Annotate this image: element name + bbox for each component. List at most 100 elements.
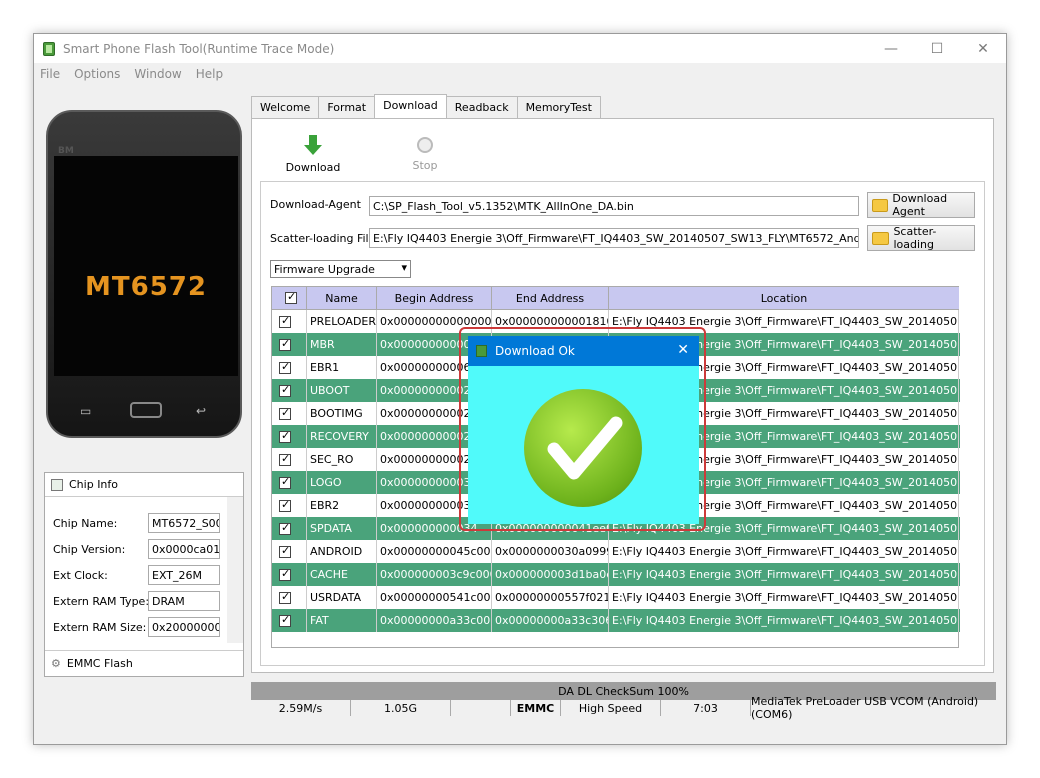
select-all-checkbox[interactable] — [285, 290, 297, 304]
cell-location: E:\Fly IQ4403 Energie 3\Off_Firmware\FT_… — [609, 563, 959, 586]
scatter-path-field[interactable]: E:\Fly IQ4403 Energie 3\Off_Firmware\FT_… — [369, 228, 859, 248]
close-button[interactable]: ✕ — [960, 34, 1006, 63]
row-checkbox[interactable] — [279, 337, 291, 351]
row-checkbox[interactable] — [279, 498, 291, 512]
table-row[interactable]: ANDROID0x00000000045c00000x0000000030a09… — [272, 540, 960, 563]
menu-options[interactable]: Options — [74, 67, 120, 81]
cell-name: USRDATA — [307, 586, 377, 609]
row-checkbox-cell[interactable] — [272, 586, 307, 609]
row-checkbox-cell[interactable] — [272, 609, 307, 632]
scatter-loading-button[interactable]: Scatter-loading — [867, 225, 975, 251]
cell-name: LOGO — [307, 471, 377, 494]
row-checkbox-cell[interactable] — [272, 356, 307, 379]
gear-icon: ⚙ — [51, 657, 61, 670]
row-checkbox-cell[interactable] — [272, 425, 307, 448]
chip-info-title: Chip Info — [69, 478, 119, 491]
cell-end-address: 0x00000000a33c3063 — [492, 609, 609, 632]
tab-welcome[interactable]: Welcome — [251, 96, 320, 118]
cell-begin-address: 0x000000003c9c0000 — [377, 563, 492, 586]
cell-location: E:\Fly IQ4403 Energie 3\Off_Firmware\FT_… — [609, 609, 959, 632]
col-begin-header: Begin Address — [377, 287, 492, 310]
success-check-icon — [524, 389, 642, 507]
tab-download[interactable]: Download — [374, 94, 447, 118]
cell-end-address: 0x000000003d1ba0e7 — [492, 563, 609, 586]
ram-size-label: Extern RAM Size: — [53, 620, 147, 634]
cell-name: CACHE — [307, 563, 377, 586]
table-row[interactable]: USRDATA0x00000000541c00000x00000000557f0… — [272, 586, 960, 609]
status-bar: 2.59M/s 1.05G EMMC High Speed 7:03 Media… — [251, 695, 996, 721]
ram-size-value: 0x20000000 — [148, 617, 220, 637]
stop-button[interactable]: Stop — [390, 135, 460, 172]
row-checkbox[interactable] — [279, 452, 291, 466]
home-key-icon — [130, 402, 162, 418]
row-checkbox[interactable] — [279, 314, 291, 328]
chip-info-header[interactable]: Chip Info — [45, 473, 243, 497]
download-button[interactable]: Download — [278, 135, 348, 174]
col-location-header: Location — [609, 287, 959, 310]
mode-select[interactable]: Firmware Upgrade — [270, 260, 411, 278]
cell-name: SPDATA — [307, 517, 377, 540]
menu-file[interactable]: File — [40, 67, 60, 81]
row-checkbox[interactable] — [279, 475, 291, 489]
scatter-label: Scatter-loading File — [270, 232, 376, 245]
tab-readback[interactable]: Readback — [445, 96, 518, 118]
download-agent-label: Download Agent — [892, 192, 948, 218]
row-checkbox-cell[interactable] — [272, 471, 307, 494]
window-title: Smart Phone Flash Tool(Runtime Trace Mod… — [63, 41, 335, 56]
phone-brand: BM — [58, 146, 74, 156]
row-checkbox[interactable] — [279, 613, 291, 627]
chip-name-value: MT6572_S00 — [148, 513, 220, 533]
row-checkbox-cell[interactable] — [272, 448, 307, 471]
da-label: Download-Agent — [270, 198, 361, 211]
cell-name: RECOVERY — [307, 425, 377, 448]
status-port: MediaTek PreLoader USB VCOM (Android) (C… — [751, 695, 979, 721]
tab-memorytest[interactable]: MemoryTest — [516, 96, 601, 118]
cell-begin-address: 0x00000000045c0000 — [377, 540, 492, 563]
row-checkbox-cell[interactable] — [272, 540, 307, 563]
row-checkbox[interactable] — [279, 544, 291, 558]
download-agent-button[interactable]: Download Agent — [867, 192, 975, 218]
row-checkbox-cell[interactable] — [272, 563, 307, 586]
menu-window[interactable]: Window — [134, 67, 181, 81]
menu-help[interactable]: Help — [196, 67, 223, 81]
row-checkbox[interactable] — [279, 383, 291, 397]
row-checkbox[interactable] — [279, 360, 291, 374]
row-checkbox[interactable] — [279, 406, 291, 420]
folder-icon — [872, 231, 890, 245]
download-arrow-icon — [304, 135, 322, 157]
table-row[interactable]: FAT0x00000000a33c00000x00000000a33c3063E… — [272, 609, 960, 632]
stop-icon — [417, 137, 433, 153]
maximize-button[interactable]: ☐ — [914, 34, 960, 63]
row-checkbox[interactable] — [279, 521, 291, 535]
row-checkbox[interactable] — [279, 567, 291, 581]
row-checkbox-cell[interactable] — [272, 379, 307, 402]
minimize-button[interactable]: — — [868, 34, 914, 63]
dialog-close-button[interactable]: ✕ — [677, 342, 689, 358]
cell-name: UBOOT — [307, 379, 377, 402]
cell-name: BOOTIMG — [307, 402, 377, 425]
da-path-field[interactable]: C:\SP_Flash_Tool_v5.1352\MTK_AllInOne_DA… — [369, 196, 859, 216]
dialog-title-bar: Download Ok ✕ — [468, 336, 699, 366]
row-checkbox[interactable] — [279, 590, 291, 604]
cell-begin-address: 0x00000000541c0000 — [377, 586, 492, 609]
row-checkbox-cell[interactable] — [272, 402, 307, 425]
status-time: 7:03 — [661, 700, 751, 716]
select-all-header[interactable] — [272, 287, 307, 310]
emmc-flash-header[interactable]: ⚙ EMMC Flash — [45, 650, 243, 676]
row-checkbox-cell[interactable] — [272, 517, 307, 540]
col-name-header: Name — [307, 287, 377, 310]
row-checkbox-cell[interactable] — [272, 310, 307, 333]
chip-info-scrollbar[interactable] — [227, 497, 243, 643]
row-checkbox-cell[interactable] — [272, 494, 307, 517]
row-checkbox[interactable] — [279, 429, 291, 443]
tab-format[interactable]: Format — [318, 96, 376, 118]
progress-text: DA DL CheckSum 100% — [558, 684, 689, 698]
status-usb-speed: High Speed — [561, 700, 661, 716]
folder-icon — [872, 198, 889, 212]
back-key-icon: ↩ — [196, 404, 207, 418]
cell-name: EBR2 — [307, 494, 377, 517]
row-checkbox-cell[interactable] — [272, 333, 307, 356]
download-ok-dialog: Download Ok ✕ — [459, 327, 706, 531]
dialog-title: Download Ok — [495, 344, 575, 358]
table-row[interactable]: CACHE0x000000003c9c00000x000000003d1ba0e… — [272, 563, 960, 586]
